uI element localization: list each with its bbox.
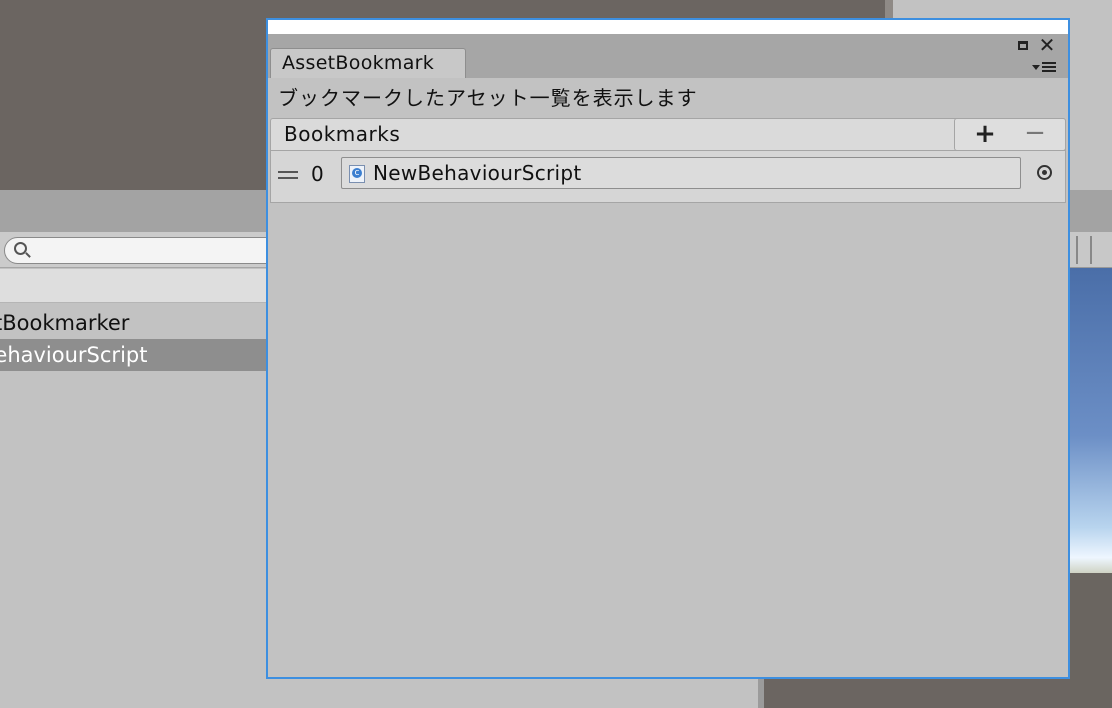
maximize-icon[interactable]	[1018, 41, 1028, 50]
drag-handle-icon[interactable]	[278, 171, 298, 183]
project-item-selected[interactable]: BehaviourScript	[0, 339, 284, 371]
toolbar-separator	[1090, 236, 1092, 264]
project-item-label: BehaviourScript	[0, 343, 148, 367]
tab-asset-bookmark[interactable]: AssetBookmark	[270, 48, 466, 78]
toolbar-separator	[1076, 236, 1078, 264]
bookmarks-list: 0 NewBehaviourScript	[270, 151, 1066, 203]
hamburger-icon	[1042, 62, 1056, 74]
search-icon	[14, 242, 27, 255]
list-item-index: 0	[311, 162, 324, 186]
asset-bookmark-window: AssetBookmark ✕ ブックマークしたアセット一覧を表示します Boo…	[266, 18, 1070, 679]
csharp-script-icon	[349, 165, 365, 183]
object-picker-icon[interactable]	[1037, 165, 1052, 180]
window-titlebar[interactable]	[268, 20, 1068, 34]
remove-bookmark-button[interactable]: −	[1023, 119, 1047, 150]
bookmarks-list-header: Bookmarks	[270, 118, 1066, 151]
close-icon[interactable]: ✕	[1038, 35, 1056, 55]
list-item[interactable]: 0 NewBehaviourScript	[271, 156, 1065, 192]
project-item-label: tBookmarker	[0, 311, 130, 335]
bookmarks-list-title: Bookmarks	[284, 122, 401, 146]
list-add-remove-controls: + −	[954, 118, 1066, 151]
project-item[interactable]: tBookmarker	[0, 307, 129, 339]
add-bookmark-button[interactable]: +	[973, 119, 997, 150]
scene-ground	[1070, 573, 1112, 708]
window-menu-icon[interactable]	[1032, 61, 1060, 75]
asset-name: NewBehaviourScript	[373, 161, 582, 185]
window-description: ブックマークしたアセット一覧を表示します	[278, 86, 698, 110]
asset-object-field[interactable]: NewBehaviourScript	[341, 157, 1021, 189]
project-search-input[interactable]	[4, 237, 304, 264]
scene-skybox	[1070, 268, 1112, 573]
window-tabstrip: AssetBookmark ✕	[268, 34, 1068, 78]
dropdown-arrow-icon	[1032, 65, 1040, 70]
